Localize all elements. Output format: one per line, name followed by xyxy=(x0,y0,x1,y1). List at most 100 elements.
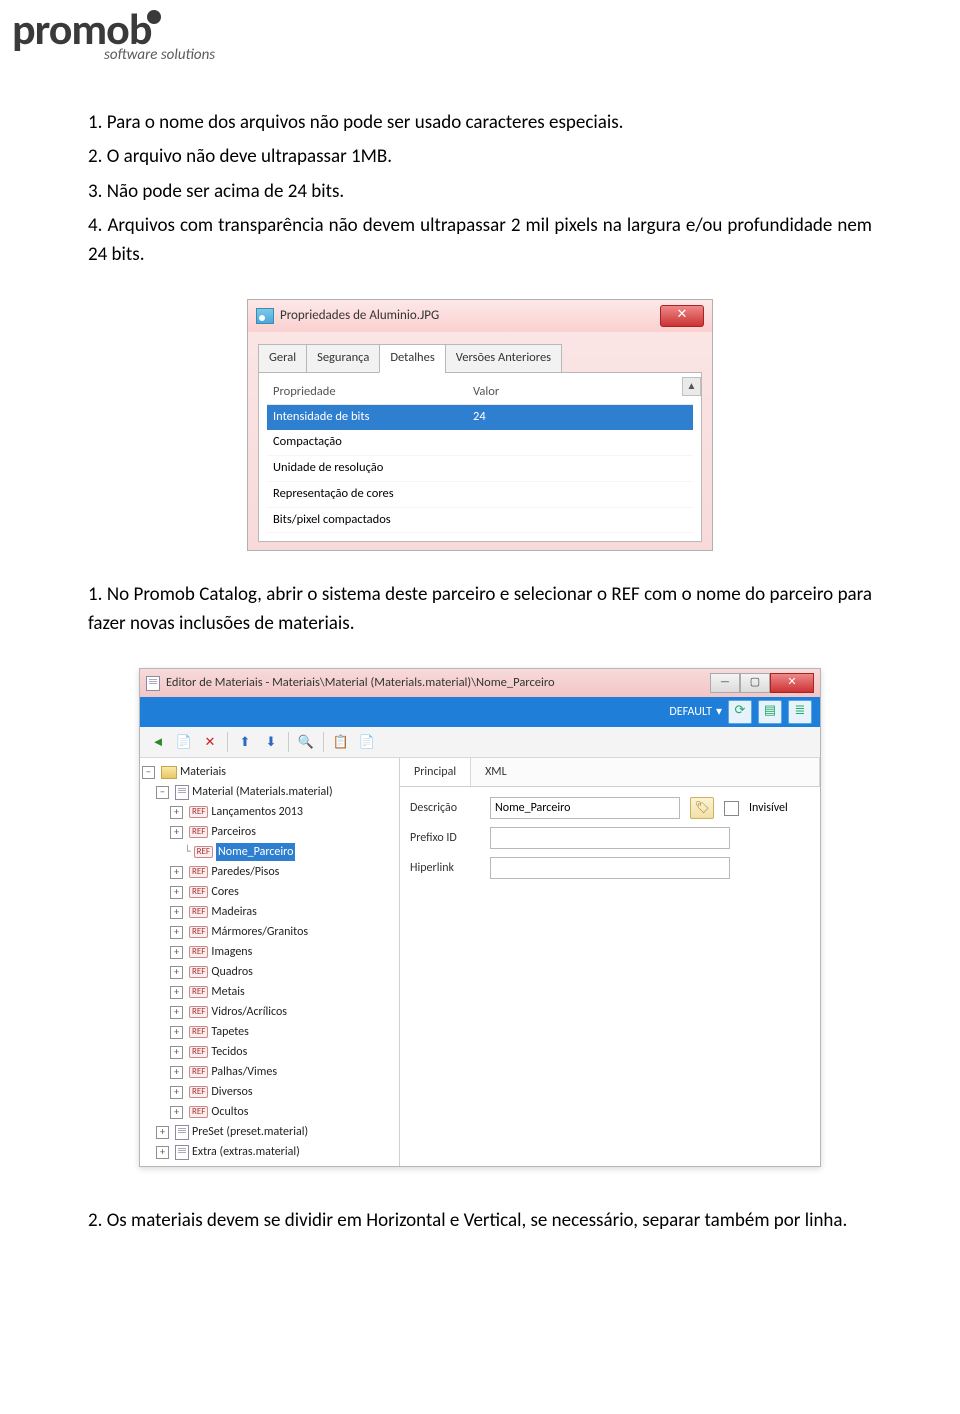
tree-pane[interactable]: −Materiais −Material (Materials.material… xyxy=(140,758,400,1166)
tree-node[interactable]: Quadros xyxy=(211,963,252,981)
expand-icon[interactable]: + xyxy=(156,1126,169,1139)
tree-node[interactable]: Material (Materials.material) xyxy=(192,783,333,801)
right-pane: Principal XML Descrição 🏷 Invisível Pref… xyxy=(400,758,820,1166)
prop-row[interactable]: Representação de cores xyxy=(267,482,693,508)
expand-icon[interactable]: + xyxy=(170,1046,183,1059)
back-button[interactable]: ◄ xyxy=(146,730,170,754)
prop-row[interactable]: Bits/pixel compactados xyxy=(267,508,693,534)
tag-icon[interactable]: 🏷 xyxy=(690,797,714,819)
tree-node[interactable]: Palhas/Vimes xyxy=(211,1063,277,1081)
tree-node[interactable]: Tecidos xyxy=(211,1043,247,1061)
minimize-button[interactable]: — xyxy=(710,673,740,693)
document-body: 1. Para o nome dos arquivos não pode ser… xyxy=(0,64,960,1272)
collapse-icon[interactable]: − xyxy=(156,786,169,799)
invisivel-label: Invisível xyxy=(749,799,788,817)
rule-2: 2. O arquivo não deve ultrapassar 1MB. xyxy=(88,143,872,172)
ref-icon: REF xyxy=(189,1086,208,1098)
col-propriedade: Propriedade xyxy=(273,383,473,402)
down-button[interactable]: ⬇ xyxy=(259,730,283,754)
tree-node-selected[interactable]: Nome_Parceiro xyxy=(216,843,295,861)
rule-4: 4. Arquivos com transparência não devem … xyxy=(88,212,872,269)
close-button[interactable]: ✕ xyxy=(770,673,814,693)
hiperlink-label: Hiperlink xyxy=(410,859,480,877)
ref-icon: REF xyxy=(189,1046,208,1058)
tree-node[interactable]: Madeiras xyxy=(211,903,256,921)
new-button[interactable]: 📄 xyxy=(172,730,196,754)
tab-principal[interactable]: Principal xyxy=(400,758,471,786)
tree-node[interactable]: Diversos xyxy=(211,1083,252,1101)
prefixo-label: Prefixo ID xyxy=(410,829,480,847)
expand-icon[interactable]: + xyxy=(170,926,183,939)
properties-panel: Propriedade Valor Intensidade de bits 24… xyxy=(258,372,702,543)
tree-node[interactable]: Tapetes xyxy=(211,1023,248,1041)
app-icon xyxy=(146,676,160,691)
expand-icon[interactable]: + xyxy=(170,886,183,899)
tab-geral[interactable]: Geral xyxy=(258,344,307,373)
tree-node[interactable]: Parceiros xyxy=(211,823,256,841)
tab-seguranca[interactable]: Segurança xyxy=(306,344,380,373)
card-icon[interactable]: ▤ xyxy=(758,700,782,724)
ref-icon: REF xyxy=(189,926,208,938)
tab-versoes[interactable]: Versões Anteriores xyxy=(445,344,562,373)
tab-detalhes[interactable]: Detalhes xyxy=(379,344,445,373)
tree-node[interactable]: PreSet (preset.material) xyxy=(192,1123,308,1141)
expand-icon[interactable]: + xyxy=(170,1086,183,1099)
descricao-input[interactable] xyxy=(490,797,680,819)
editor-titlebar: Editor de Materiais - Materiais\Material… xyxy=(140,669,820,697)
prefixo-input[interactable] xyxy=(490,827,730,849)
list-icon[interactable]: ≣ xyxy=(788,700,812,724)
delete-button[interactable]: ✕ xyxy=(198,730,222,754)
tree-node[interactable]: Mármores/Granitos xyxy=(211,923,308,941)
expand-icon[interactable]: + xyxy=(170,906,183,919)
folder-icon xyxy=(161,766,177,779)
expand-icon[interactable]: + xyxy=(170,986,183,999)
ref-icon: REF xyxy=(194,846,213,858)
ref-icon: REF xyxy=(189,946,208,958)
invisivel-checkbox[interactable] xyxy=(724,801,739,816)
tab-xml[interactable]: XML xyxy=(471,758,820,786)
expand-icon[interactable]: + xyxy=(170,1066,183,1079)
expand-icon[interactable]: + xyxy=(170,966,183,979)
tree-node[interactable]: Lançamentos 2013 xyxy=(211,803,303,821)
ref-icon: REF xyxy=(189,886,208,898)
up-button[interactable]: ⬆ xyxy=(233,730,257,754)
prop-row[interactable]: Compactação xyxy=(267,430,693,456)
paste-button[interactable]: 📄 xyxy=(355,730,379,754)
expand-icon[interactable]: + xyxy=(170,806,183,819)
ref-icon: REF xyxy=(189,866,208,878)
properties-dialog: Propriedades de Aluminio.JPG ✕ Geral Seg… xyxy=(247,299,713,551)
descricao-label: Descrição xyxy=(410,799,480,817)
tree-node[interactable]: Metais xyxy=(211,983,244,1001)
scroll-up-button[interactable]: ▲ xyxy=(682,377,701,396)
expand-icon[interactable]: + xyxy=(170,826,183,839)
close-button[interactable]: ✕ xyxy=(660,305,704,327)
materials-editor-window: Editor de Materiais - Materiais\Material… xyxy=(139,668,821,1167)
picture-icon xyxy=(256,308,274,324)
refresh-icon[interactable]: ⟳ xyxy=(728,700,752,724)
tree-node[interactable]: Ocultos xyxy=(211,1103,248,1121)
maximize-button[interactable]: ▢ xyxy=(740,673,770,693)
expand-icon[interactable]: + xyxy=(170,1026,183,1039)
find-button[interactable]: 🔍 xyxy=(294,730,318,754)
default-dropdown[interactable]: DEFAULT▾ xyxy=(669,703,722,721)
copy-button[interactable]: 📋 xyxy=(329,730,353,754)
expand-icon[interactable]: + xyxy=(170,866,183,879)
collapse-icon[interactable]: − xyxy=(142,766,155,779)
rule-1: 1. Para o nome dos arquivos não pode ser… xyxy=(88,109,872,138)
prop-row[interactable]: Unidade de resolução xyxy=(267,456,693,482)
tree-node[interactable]: Vidros/Acrílicos xyxy=(211,1003,287,1021)
hiperlink-input[interactable] xyxy=(490,857,730,879)
tree-node[interactable]: Cores xyxy=(211,883,238,901)
tree-node[interactable]: Imagens xyxy=(211,943,252,961)
expand-icon[interactable]: + xyxy=(170,1006,183,1019)
tree-node[interactable]: Extra (extras.material) xyxy=(192,1143,300,1161)
prop-row[interactable]: Intensidade de bits 24 xyxy=(267,405,693,431)
tree-root[interactable]: Materiais xyxy=(180,763,226,781)
expand-icon[interactable]: + xyxy=(156,1146,169,1159)
expand-icon[interactable]: + xyxy=(170,1106,183,1119)
chevron-down-icon: ▾ xyxy=(716,703,722,721)
tree-node[interactable]: Paredes/Pisos xyxy=(211,863,279,881)
doc-icon xyxy=(175,785,189,800)
doc-icon xyxy=(175,1125,189,1140)
expand-icon[interactable]: + xyxy=(170,946,183,959)
